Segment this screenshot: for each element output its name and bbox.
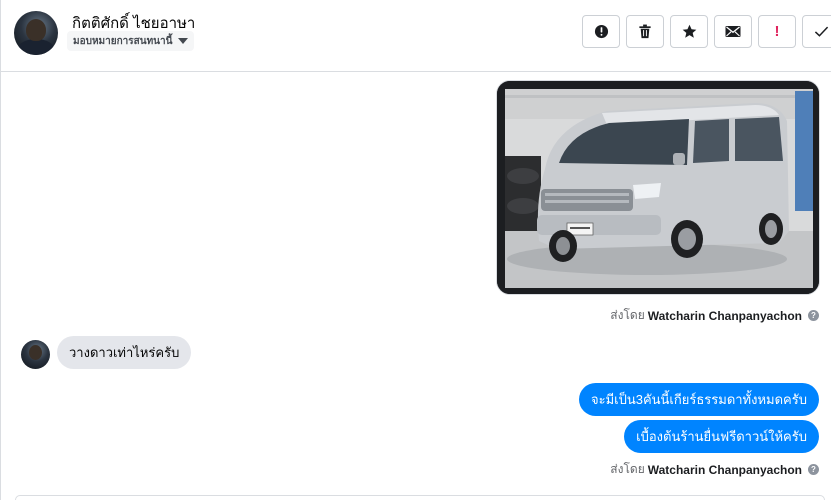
text-sent-by: ส่งโดย Watcharin Chanpanyachon ? (610, 460, 819, 479)
envelope-icon (725, 26, 741, 37)
exclamation-icon: ! (774, 23, 780, 40)
sent-by-prefix: ส่งโดย (610, 308, 645, 322)
delete-button[interactable] (626, 15, 664, 48)
conversation-header: กิตติศักดิ์ ไชยอาษา มอบหมายการสนทนานี้ ! (1, 0, 831, 72)
image-sent-by: ส่งโดย Watcharin Chanpanyachon ? (610, 306, 819, 325)
image-attachment[interactable] (496, 80, 820, 295)
sender-name[interactable]: Watcharin Chanpanyachon (648, 463, 802, 477)
contact-avatar-small[interactable] (21, 340, 50, 369)
mark-done-button[interactable] (802, 15, 831, 48)
mark-unread-button[interactable] (714, 15, 752, 48)
follow-up-button[interactable]: ! (758, 15, 796, 48)
caret-down-icon (178, 38, 189, 44)
incoming-message-bubble[interactable]: วางดาวเท่าไหร่ครับ (57, 336, 192, 369)
outgoing-message-bubble[interactable]: จะมีเป็น3คันนี้เกียร์ธรรมดาทั้งหมดครับ (578, 383, 819, 416)
sent-by-prefix: ส่งโดย (610, 462, 645, 476)
van-photo (497, 81, 819, 294)
conversation-actions: ! (582, 15, 831, 48)
assign-conversation-dropdown[interactable]: มอบหมายการสนทนานี้ (67, 31, 195, 51)
contact-avatar[interactable] (14, 11, 58, 55)
outgoing-message-bubble[interactable]: เบื้องต้นร้านยื่นฟรีดาวน์ให้ครับ (624, 420, 819, 453)
star-icon (682, 24, 696, 38)
alert-circle-icon (594, 24, 608, 39)
star-button[interactable] (670, 15, 708, 48)
checkmark-icon (814, 26, 828, 37)
conversation-panel: กิตติศักดิ์ ไชยอาษา มอบหมายการสนทนานี้ !… (0, 0, 831, 500)
help-icon[interactable]: ? (808, 310, 819, 321)
help-icon[interactable]: ? (808, 464, 819, 475)
message-composer[interactable] (15, 495, 825, 500)
trash-icon (639, 24, 651, 39)
spam-button[interactable] (582, 15, 620, 48)
assign-conversation-label: มอบหมายการสนทนานี้ (73, 35, 173, 47)
sender-name[interactable]: Watcharin Chanpanyachon (648, 309, 802, 323)
